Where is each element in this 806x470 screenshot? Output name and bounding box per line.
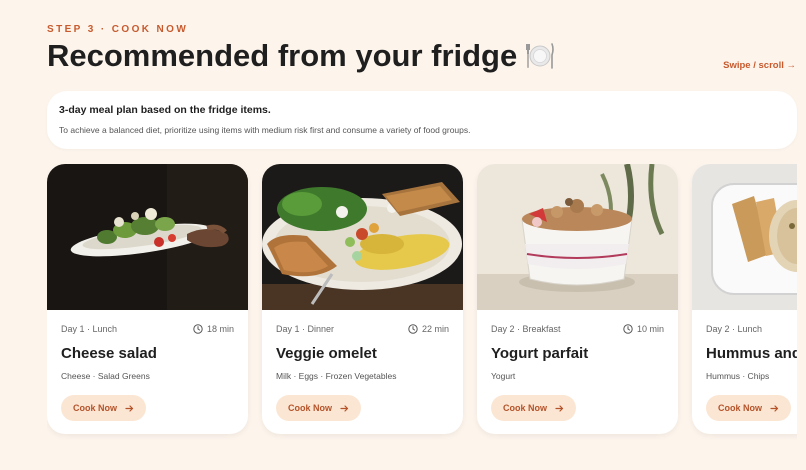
cook-now-label: Cook Now bbox=[503, 403, 547, 413]
page-title: Recommended from your fridge bbox=[47, 38, 555, 74]
arrow-right-icon bbox=[340, 404, 349, 412]
clock-icon bbox=[193, 324, 203, 334]
recipe-card-veggie-omelet[interactable]: Day 1 · Dinner 22 min Veggie omelet Milk… bbox=[262, 164, 463, 434]
yogurt-parfait-photo bbox=[477, 164, 678, 310]
card-meta: Day 2 · Lunch bbox=[692, 324, 797, 334]
cook-now-button[interactable]: Cook Now bbox=[276, 395, 361, 421]
plate-cutlery-icon bbox=[525, 41, 555, 71]
page-title-text: Recommended from your fridge bbox=[47, 38, 518, 73]
cook-now-label: Cook Now bbox=[718, 403, 762, 413]
meal-day: Day 2 · Breakfast bbox=[491, 324, 561, 334]
veggie-omelet-photo bbox=[262, 164, 463, 310]
prep-time-value: 10 min bbox=[636, 324, 664, 334]
arrow-right-icon bbox=[125, 404, 134, 412]
cook-now-button[interactable]: Cook Now bbox=[61, 395, 146, 421]
prep-time-value: 22 min bbox=[421, 324, 449, 334]
prep-time: 22 min bbox=[408, 324, 449, 334]
hummus-photo bbox=[692, 164, 797, 310]
arrow-right-icon bbox=[555, 404, 564, 412]
recipe-name: Cheese salad bbox=[61, 345, 157, 362]
recipe-card-cheese-salad[interactable]: Day 1 · Lunch 18 min Cheese salad Cheese… bbox=[47, 164, 248, 434]
card-meta: Day 1 · Dinner 22 min bbox=[262, 324, 463, 334]
cook-now-label: Cook Now bbox=[288, 403, 332, 413]
recipe-card-yogurt-parfait[interactable]: Day 2 · Breakfast 10 min Yogurt parfait … bbox=[477, 164, 678, 434]
meal-plan-title: 3-day meal plan based on the fridge item… bbox=[59, 104, 271, 116]
meal-plan-description: To achieve a balanced diet, prioritize u… bbox=[59, 125, 471, 135]
cook-now-button[interactable]: Cook Now bbox=[491, 395, 576, 421]
recipe-ingredients: Hummus · Chips bbox=[706, 371, 770, 381]
prep-time: 18 min bbox=[193, 324, 234, 334]
recipe-name: Veggie omelet bbox=[276, 345, 377, 362]
card-meta: Day 1 · Lunch 18 min bbox=[47, 324, 248, 334]
prep-time-value: 18 min bbox=[206, 324, 234, 334]
meal-day: Day 1 · Lunch bbox=[61, 324, 118, 334]
clock-icon bbox=[408, 324, 418, 334]
recipe-ingredients: Yogurt bbox=[491, 371, 516, 381]
swipe-hint-link[interactable]: Swipe / scroll → bbox=[723, 60, 796, 71]
prep-time: 10 min bbox=[623, 324, 664, 334]
recipe-carousel[interactable]: Day 1 · Lunch 18 min Cheese salad Cheese… bbox=[47, 164, 797, 444]
recipe-name: Hummus and bbox=[706, 345, 797, 362]
card-meta: Day 2 · Breakfast 10 min bbox=[477, 324, 678, 334]
cook-now-label: Cook Now bbox=[73, 403, 117, 413]
arrow-right-icon bbox=[770, 404, 779, 412]
recipe-ingredients: Milk · Eggs · Frozen Vegetables bbox=[276, 371, 397, 381]
recipe-card-hummus[interactable]: Day 2 · Lunch Hummus and Hummus · Chips … bbox=[692, 164, 797, 434]
step-label: STEP 3 · COOK NOW bbox=[47, 24, 189, 35]
clock-icon bbox=[623, 324, 633, 334]
recipe-ingredients: Cheese · Salad Greens bbox=[61, 371, 150, 381]
recipe-name: Yogurt parfait bbox=[491, 345, 589, 362]
meal-day: Day 1 · Dinner bbox=[276, 324, 335, 334]
cook-now-button[interactable]: Cook Now bbox=[706, 395, 791, 421]
meal-plan-info: 3-day meal plan based on the fridge item… bbox=[47, 91, 797, 149]
meal-day: Day 2 · Lunch bbox=[706, 324, 763, 334]
cheese-salad-photo bbox=[47, 164, 248, 310]
